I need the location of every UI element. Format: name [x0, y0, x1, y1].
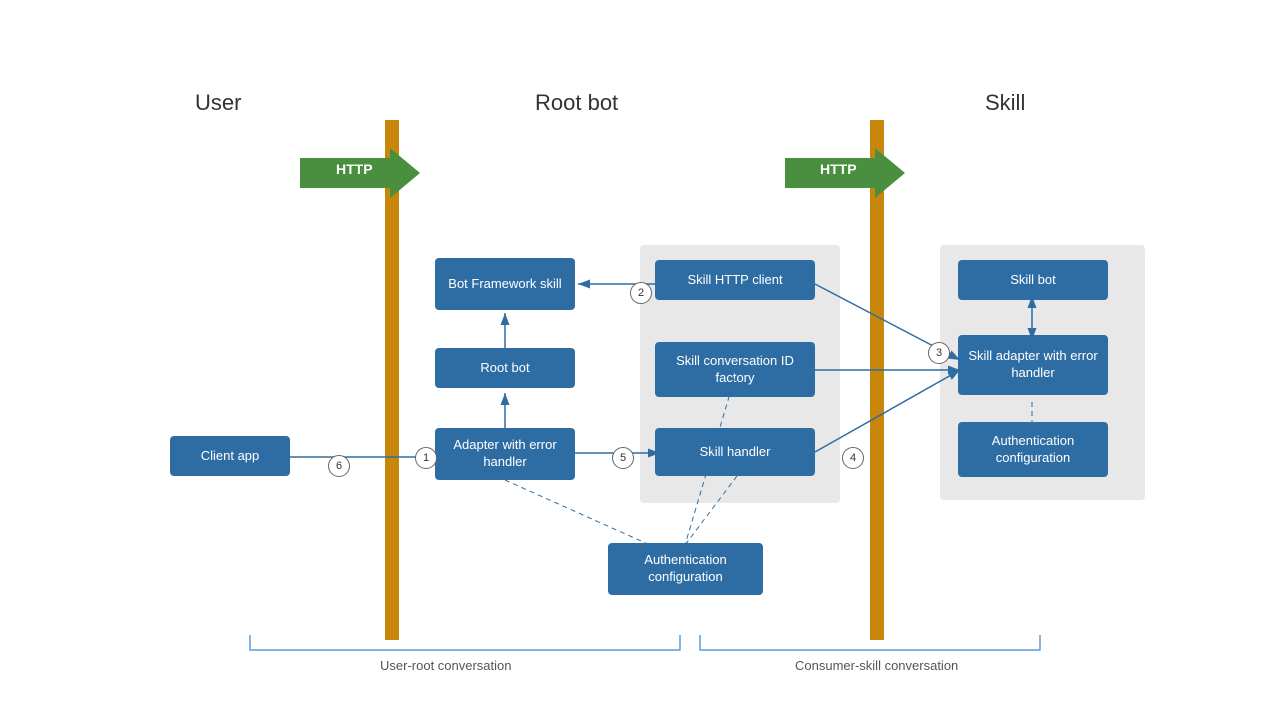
- circle-4: 4: [842, 447, 864, 469]
- http-right-arrow: [785, 148, 905, 198]
- auth-config-right-box: Authentication configuration: [958, 422, 1108, 477]
- circle-2: 2: [630, 282, 652, 304]
- adapter-with-error-box: Adapter with error handler: [435, 428, 575, 480]
- skill-handler-box: Skill handler: [655, 428, 815, 476]
- circle-1: 1: [415, 447, 437, 469]
- root-bot-label: Root bot: [535, 90, 618, 116]
- circle-3: 3: [928, 342, 950, 364]
- user-label: User: [195, 90, 241, 116]
- diagram-container: HTTP HTTP User Root bot Skill Client app…: [0, 0, 1280, 720]
- consumer-skill-conv-label: Consumer-skill conversation: [795, 658, 958, 673]
- root-bot-box: Root bot: [435, 348, 575, 388]
- client-app-box: Client app: [170, 436, 290, 476]
- http-left-arrow: [300, 148, 420, 198]
- left-bar: [385, 120, 399, 640]
- circle-5: 5: [612, 447, 634, 469]
- skill-http-client-box: Skill HTTP client: [655, 260, 815, 300]
- skill-label: Skill: [985, 90, 1025, 116]
- auth-config-center-box: Authentication configuration: [608, 543, 763, 595]
- skill-conv-id-factory-box: Skill conversation ID factory: [655, 342, 815, 397]
- skill-bot-box: Skill bot: [958, 260, 1108, 300]
- http-label-left: HTTP: [336, 161, 373, 177]
- bot-framework-skill-box: Bot Framework skill: [435, 258, 575, 310]
- skill-adapter-error-box: Skill adapter with error handler: [958, 335, 1108, 395]
- user-root-conv-label: User-root conversation: [380, 658, 512, 673]
- http-label-right: HTTP: [820, 161, 857, 177]
- right-bar: [870, 120, 884, 640]
- circle-6: 6: [328, 455, 350, 477]
